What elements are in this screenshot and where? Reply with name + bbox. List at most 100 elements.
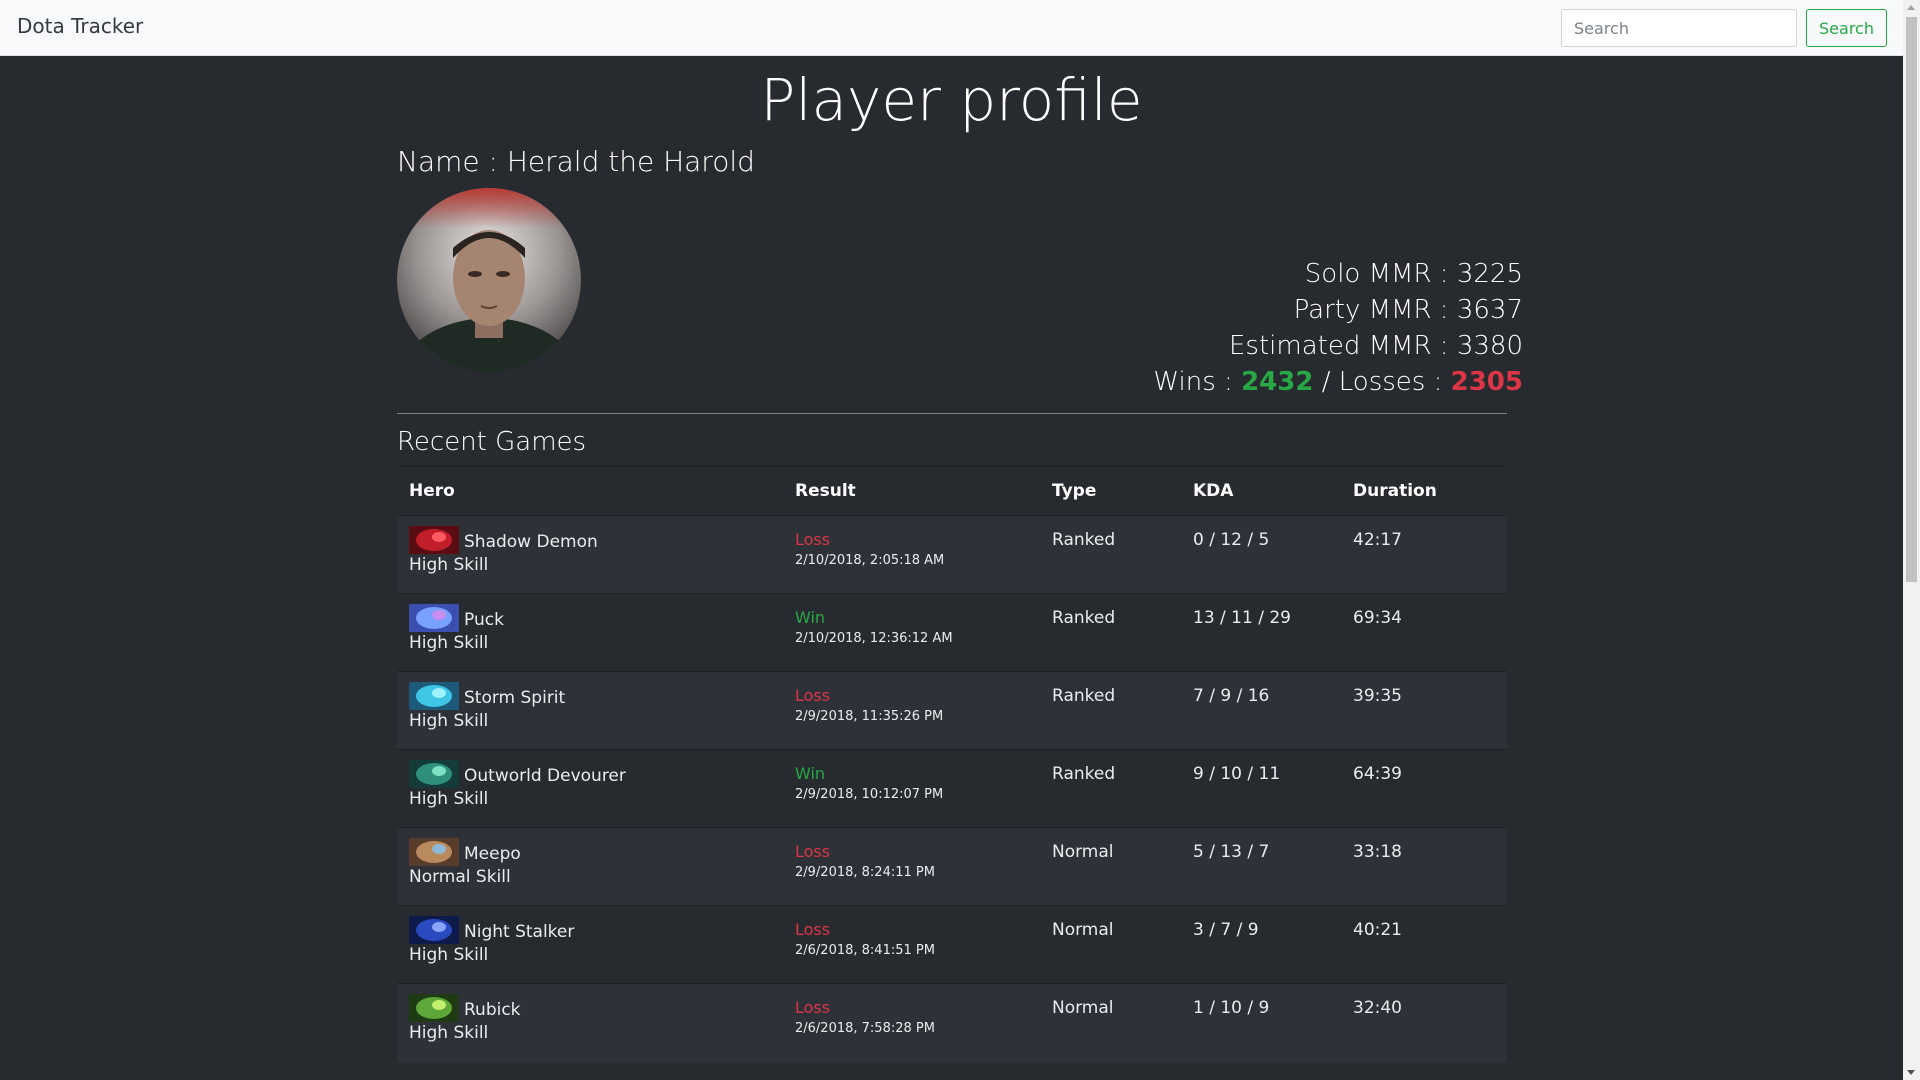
brand-link[interactable]: Dota Tracker [17,14,143,38]
column-header-type: Type [1040,466,1181,516]
match-date: 2/9/2018, 11:35:26 PM [795,709,944,724]
match-date: 2/9/2018, 10:12:07 PM [795,787,944,802]
hero-name[interactable]: Night Stalker [464,922,574,942]
match-date: 2/9/2018, 8:24:11 PM [795,865,935,880]
table-row[interactable]: Storm Spirit High Skill Loss 2/9/2018, 1… [397,671,1507,750]
result-cell: Win 2/10/2018, 12:36:12 AM [783,593,1040,672]
duration: 40:21 [1341,905,1507,984]
kda: 9 / 10 / 11 [1181,749,1341,828]
night-stalker-icon [409,916,459,944]
table-row[interactable]: Shadow Demon High Skill Loss 2/10/2018, … [397,515,1507,594]
skill-bracket: High Skill [409,1023,489,1043]
skill-bracket: High Skill [409,555,489,575]
recent-games-title: Recent Games [397,427,587,457]
match-result: Loss [795,686,831,705]
skill-bracket: High Skill [409,945,489,965]
duration: 39:35 [1341,671,1507,750]
result-cell: Loss 2/9/2018, 8:24:11 PM [783,827,1040,906]
search-input[interactable] [1561,9,1797,47]
match-date: 2/10/2018, 2:05:18 AM [795,553,945,568]
shadow-demon-icon [409,526,459,554]
match-type: Normal [1040,827,1181,906]
wins-label: Wins : [1153,367,1242,397]
losses-label: Losses : [1338,367,1451,397]
estimated-mmr: Estimated MMR : 3380 [1229,331,1523,361]
match-type: Ranked [1040,515,1181,594]
page-title: Player profile [760,66,1143,134]
party-mmr: Party MMR : 3637 [1293,295,1523,325]
match-result: Loss [795,842,831,861]
outworld-devourer-icon [409,760,459,788]
scroll-down-arrow-icon[interactable] [1907,1070,1915,1075]
kda: 0 / 12 / 5 [1181,515,1341,594]
result-cell: Win 2/9/2018, 10:12:07 PM [783,749,1040,828]
navbar: Dota Tracker Search [0,0,1903,56]
kda: 5 / 13 / 7 [1181,827,1341,906]
win-loss-record: Wins : 2432 / Losses : 2305 [923,364,1523,400]
skill-bracket: High Skill [409,789,489,809]
column-header-hero: Hero [397,466,783,516]
search-button[interactable]: Search [1806,9,1887,47]
storm-spirit-icon [409,682,459,710]
match-date: 2/6/2018, 7:58:28 PM [795,1021,935,1036]
table-row[interactable]: Meepo Normal Skill Loss 2/9/2018, 8:24:1… [397,827,1507,906]
hero-cell: Rubick High Skill [397,983,783,1062]
kda: 7 / 9 / 16 [1181,671,1341,750]
hero-name[interactable]: Shadow Demon [464,532,598,552]
hero-name[interactable]: Puck [464,610,504,630]
losses-count: 2305 [1450,367,1523,397]
column-header-duration: Duration [1341,466,1507,516]
result-cell: Loss 2/6/2018, 8:41:51 PM [783,905,1040,984]
hero-cell: Meepo Normal Skill [397,827,783,906]
column-header-result: Result [783,466,1040,516]
table-row[interactable]: Rubick High Skill Loss 2/6/2018, 7:58:28… [397,983,1507,1062]
match-result: Win [795,608,826,627]
table-row[interactable]: Puck High Skill Win 2/10/2018, 12:36:12 … [397,593,1507,672]
hero-cell: Night Stalker High Skill [397,905,783,984]
puck-icon [409,604,459,632]
hero-cell: Puck High Skill [397,593,783,672]
hero-cell: Storm Spirit High Skill [397,671,783,750]
player-name: Name : Herald the Harold [397,145,755,178]
match-type: Ranked [1040,671,1181,750]
match-type: Normal [1040,983,1181,1062]
kda: 3 / 7 / 9 [1181,905,1341,984]
wins-count: 2432 [1241,367,1314,397]
match-type: Normal [1040,905,1181,984]
match-result: Loss [795,920,831,939]
match-result: Loss [795,530,831,549]
skill-bracket: Normal Skill [409,867,511,887]
skill-bracket: High Skill [409,633,489,653]
match-date: 2/6/2018, 8:41:51 PM [795,943,935,958]
hero-cell: Shadow Demon High Skill [397,515,783,594]
table-row[interactable]: Night Stalker High Skill Loss 2/6/2018, … [397,905,1507,984]
kda: 13 / 11 / 29 [1181,593,1341,672]
duration: 33:18 [1341,827,1507,906]
hero-name[interactable]: Outworld Devourer [464,766,626,786]
match-type: Ranked [1040,749,1181,828]
duration: 69:34 [1341,593,1507,672]
hero-name[interactable]: Meepo [464,844,521,864]
meepo-icon [409,838,459,866]
scroll-up-arrow-icon[interactable] [1907,5,1915,10]
duration: 64:39 [1341,749,1507,828]
column-header-kda: KDA [1181,466,1341,516]
skill-bracket: High Skill [409,711,489,731]
divider [397,413,1507,414]
scrollbar[interactable] [1903,0,1920,1080]
match-result: Win [795,764,826,783]
recent-games-table: Hero Result Type KDA Duration Shadow Dem… [397,466,1507,1062]
hero-name[interactable]: Rubick [464,1000,521,1020]
hero-cell: Outworld Devourer High Skill [397,749,783,828]
scroll-thumb[interactable] [1906,17,1917,582]
hero-name[interactable]: Storm Spirit [464,688,565,708]
match-type: Ranked [1040,593,1181,672]
player-stats: Solo MMR : 3225 Party MMR : 3637 Estimat… [923,256,1523,400]
match-result: Loss [795,998,831,1017]
result-cell: Loss 2/6/2018, 7:58:28 PM [783,983,1040,1062]
kda: 1 / 10 / 9 [1181,983,1341,1062]
result-cell: Loss 2/9/2018, 11:35:26 PM [783,671,1040,750]
solo-mmr: Solo MMR : 3225 [1304,259,1523,289]
table-row[interactable]: Outworld Devourer High Skill Win 2/9/201… [397,749,1507,828]
result-cell: Loss 2/10/2018, 2:05:18 AM [783,515,1040,594]
